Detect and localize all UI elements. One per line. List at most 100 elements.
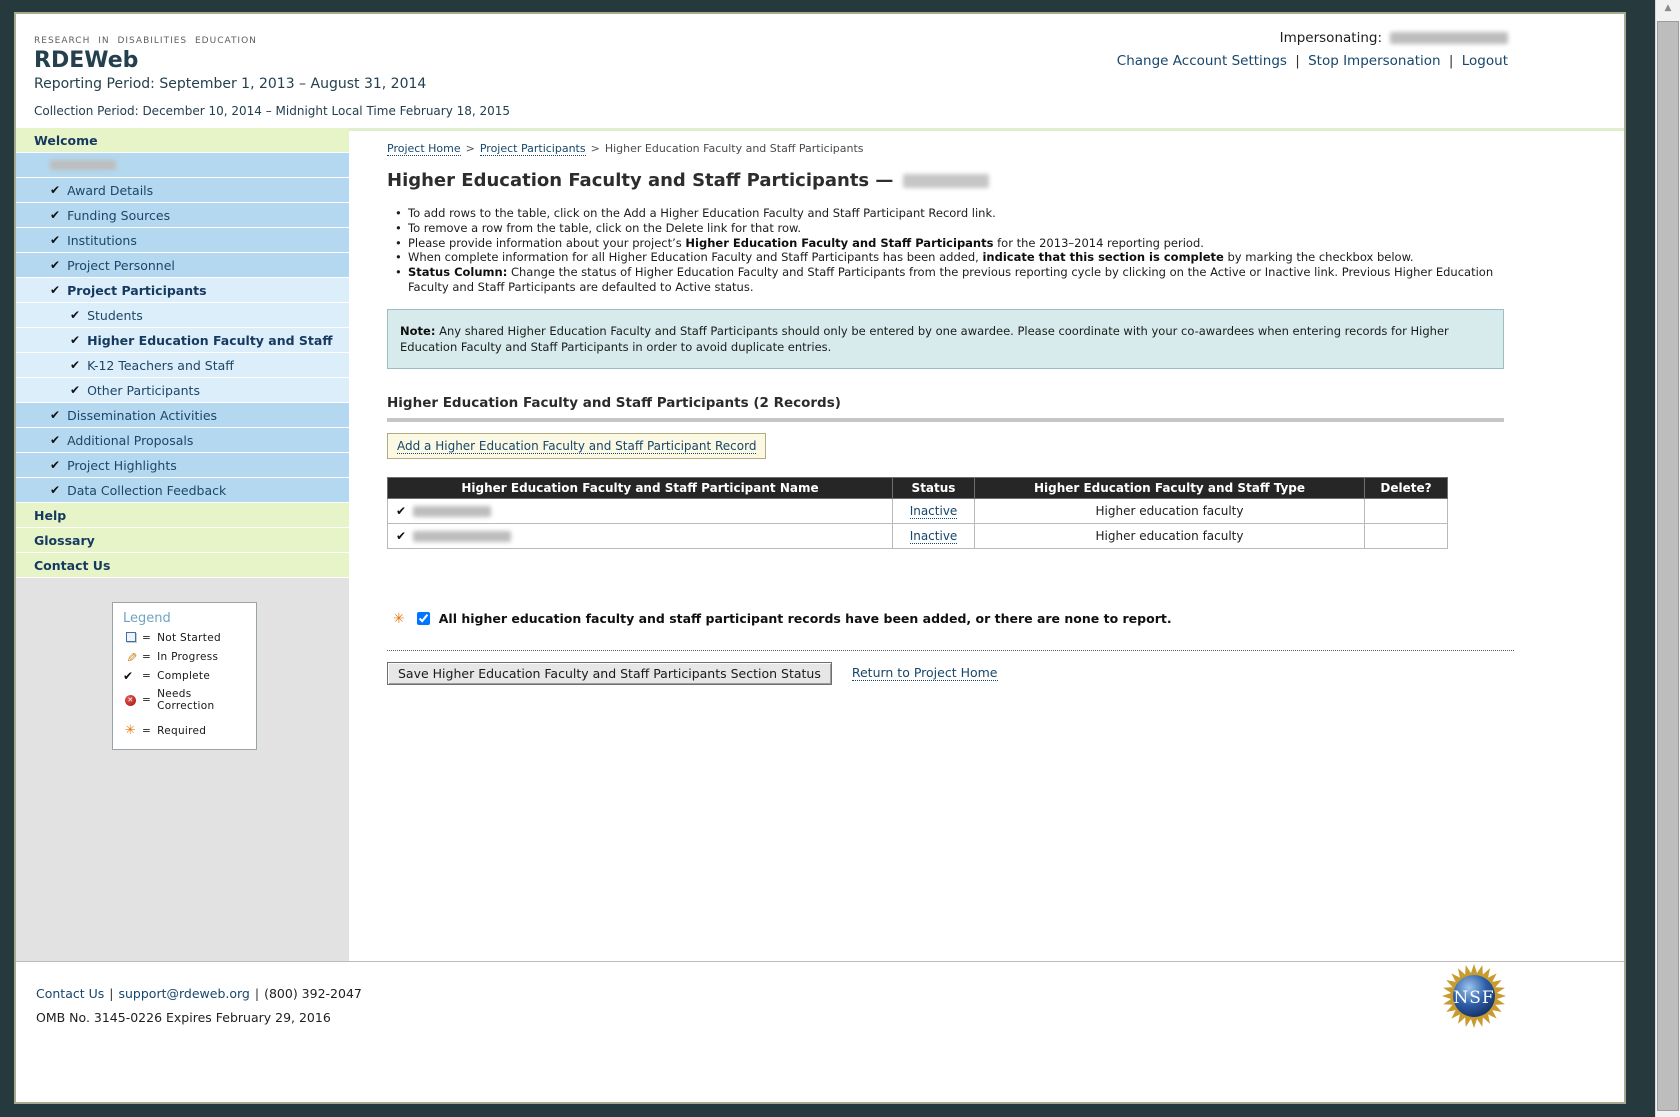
column-header-delete: Delete? <box>1364 476 1448 499</box>
sidebar-item-other-participants[interactable]: Other Participants <box>16 378 349 403</box>
in-progress-pencil-icon <box>125 650 136 665</box>
bullet-segment: indicate that this section is complete <box>982 250 1224 265</box>
footer-separator: | <box>254 986 260 1001</box>
actions-row: Save Higher Education Faculty and Staff … <box>387 661 1624 685</box>
legend-equals: = <box>142 694 152 706</box>
sidebar-item-help[interactable]: Help <box>16 503 349 528</box>
header-link-stop-impersonation[interactable]: Stop Impersonation <box>1308 53 1441 69</box>
legend-items: = Not Started = In Progress = Complete = Needs … <box>123 632 250 738</box>
program-eyebrow: RESEARCH IN DISABILITIES EDUCATION <box>34 36 257 46</box>
page-title: Higher Education Faculty and Staff Parti… <box>387 170 1624 191</box>
sidebar-item-label: Higher Education Faculty and Staff <box>87 332 333 348</box>
sidebar-item-label: Project Highlights <box>67 457 177 473</box>
footer-support-email-link[interactable]: support@rdeweb.org <box>119 986 250 1001</box>
sidebar-item-contact-us[interactable]: Contact Us <box>16 553 349 578</box>
legend-icon-cell <box>123 632 138 645</box>
account-area: Impersonating: Change Account Settings |… <box>1117 30 1508 69</box>
legend-item-label: In Progress <box>157 651 219 663</box>
redacted-impersonated-user <box>1390 32 1508 44</box>
sidebar-item-label: Other Participants <box>87 382 200 398</box>
breadcrumb-project-home[interactable]: Project Home <box>387 142 461 156</box>
sidebar-item-project-highlights[interactable]: Project Highlights <box>16 453 349 478</box>
breadcrumb: Project Home > Project Participants > Higher… <box>387 142 1624 156</box>
add-record-link[interactable]: Add a Higher Education Faculty and Staff… <box>397 438 757 454</box>
sidebar-item-glossary[interactable]: Glossary <box>16 528 349 553</box>
sidebar-item-award-number[interactable] <box>16 153 349 178</box>
sidebar-item-label: Funding Sources <box>67 207 171 223</box>
section-divider-bar <box>387 417 1504 422</box>
complete-check-icon <box>50 259 60 271</box>
participant-name-cell <box>387 497 893 524</box>
redacted-participant-name <box>413 530 512 542</box>
complete-check-icon <box>123 669 133 683</box>
redacted-award-number <box>50 160 116 170</box>
sidebar-item-award-details[interactable]: Award Details <box>16 178 349 203</box>
completion-label: All higher education faculty and staff p… <box>438 611 1172 627</box>
scrollbar[interactable]: ▲ <box>1655 0 1680 1117</box>
complete-check-icon <box>396 504 406 518</box>
sidebar-item-label: Welcome <box>34 132 98 148</box>
page: RESEARCH IN DISABILITIES EDUCATION RDEWe… <box>14 12 1626 1104</box>
return-to-project-home-link[interactable]: Return to Project Home <box>851 665 998 682</box>
sidebar-item-dissemination-activities[interactable]: Dissemination Activities <box>16 403 349 428</box>
section-heading: Higher Education Faculty and Staff Parti… <box>387 394 841 411</box>
delete-cell <box>1364 497 1448 524</box>
status-link[interactable]: Inactive <box>909 503 958 519</box>
scrollbar-up-arrow[interactable]: ▲ <box>1656 3 1680 13</box>
legend-icon-cell <box>123 651 138 664</box>
nsf-logo: NSF <box>1442 964 1506 1028</box>
header-link-logout[interactable]: Logout <box>1462 53 1508 69</box>
breadcrumb-project-participants[interactable]: Project Participants <box>479 142 586 156</box>
complete-check-icon <box>70 384 80 396</box>
required-asterisk-icon <box>393 611 405 627</box>
sidebar-item-higher-education-faculty-and-staff[interactable]: Higher Education Faculty and Staff <box>16 328 349 353</box>
complete-check-icon <box>50 459 60 471</box>
legend-equals: = <box>142 669 152 682</box>
completion-row: All higher education faculty and staff p… <box>387 611 1624 627</box>
legend-icon-cell <box>123 669 138 683</box>
instruction-bullet: To remove a row from the table, click on… <box>395 221 1505 236</box>
instruction-bullet: To add rows to the table, click on the A… <box>395 206 1505 221</box>
status-link[interactable]: Inactive <box>909 528 958 544</box>
save-section-status-button[interactable]: Save Higher Education Faculty and Staff … <box>387 661 832 685</box>
sidebar-item-welcome[interactable]: Welcome <box>16 128 349 153</box>
footer-phone: (800) 392-2047 <box>264 986 362 1001</box>
sidebar-item-institutions[interactable]: Institutions <box>16 228 349 253</box>
sidebar-item-label: Additional Proposals <box>67 432 194 448</box>
bullet-segment: When complete information for all Higher… <box>408 250 983 265</box>
impersonating-label: Impersonating: <box>1279 30 1382 46</box>
complete-check-icon <box>396 529 406 543</box>
sidebar-item-k-12-teachers-and-staff[interactable]: K-12 Teachers and Staff <box>16 353 349 378</box>
complete-check-icon <box>50 209 60 221</box>
sidebar-item-label: Glossary <box>34 532 95 548</box>
footer-contact-us-link[interactable]: Contact Us <box>36 986 104 1001</box>
legend-item-label: Required <box>157 724 207 737</box>
bullet-segment: Higher Education Faculty and Staff Parti… <box>685 235 994 250</box>
sidebar-item-data-collection-feedback[interactable]: Data Collection Feedback <box>16 478 349 503</box>
completion-checkbox[interactable] <box>416 612 430 626</box>
sidebar-item-label: K-12 Teachers and Staff <box>87 357 234 373</box>
header-link-change-account-settings[interactable]: Change Account Settings <box>1117 53 1287 69</box>
sidebar-item-label: Institutions <box>67 232 137 248</box>
scrollbar-thumb[interactable] <box>1657 21 1679 1111</box>
main-content: Project Home > Project Participants > Higher… <box>349 128 1624 961</box>
sidebar-item-funding-sources[interactable]: Funding Sources <box>16 203 349 228</box>
column-header-status: Status <box>892 476 975 499</box>
sidebar-item-additional-proposals[interactable]: Additional Proposals <box>16 428 349 453</box>
bullet-segment: To remove a row from the table, click on… <box>408 220 802 235</box>
table-row: Inactive Higher education faculty <box>387 522 1448 549</box>
complete-check-icon <box>70 309 80 321</box>
sidebar-item-project-participants[interactable]: Project Participants <box>16 278 349 303</box>
note-text: Any shared Higher Education Faculty and … <box>400 323 1449 354</box>
legend-icon-cell <box>123 723 138 738</box>
sidebar-item-label: Contact Us <box>34 557 111 573</box>
legend-item-not-started: = Not Started <box>123 632 250 645</box>
add-record-button[interactable]: Add a Higher Education Faculty and Staff… <box>387 432 767 459</box>
sidebar-item-label: Students <box>87 307 143 323</box>
complete-check-icon <box>50 284 60 296</box>
sidebar-item-project-personnel[interactable]: Project Personnel <box>16 253 349 278</box>
legend-equals: = <box>142 724 152 737</box>
sidebar-item-students[interactable]: Students <box>16 303 349 328</box>
instruction-bullet: Status Column: Change the status of High… <box>395 265 1505 295</box>
sidebar-item-label: Award Details <box>67 182 154 198</box>
